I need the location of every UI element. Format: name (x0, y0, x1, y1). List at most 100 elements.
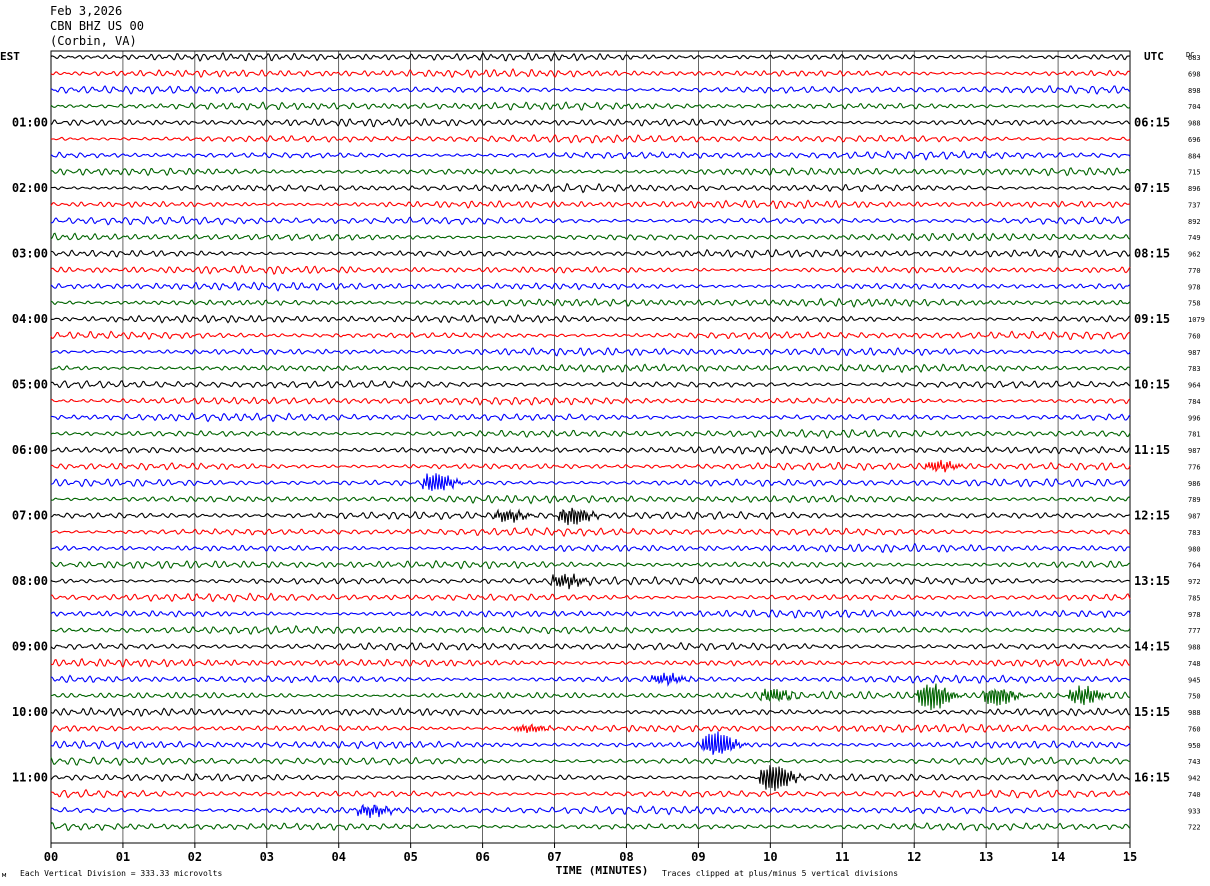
dc-offset-label: 683 (1188, 54, 1201, 62)
dc-offset-label: 785 (1188, 594, 1201, 602)
dc-offset-label: 896 (1188, 185, 1201, 193)
seismic-trace (50, 788, 1131, 799)
utc-hour-label: 10:15 (1134, 378, 1170, 392)
est-hour-label: 07:00 (12, 509, 48, 523)
est-hour-label: 08:00 (12, 574, 48, 588)
dc-offset-label: 978 (1188, 283, 1201, 291)
dc-offset-label: 696 (1188, 136, 1201, 144)
seismic-trace (50, 542, 1131, 554)
x-tick-label: 14 (1051, 850, 1065, 864)
seismic-trace (50, 85, 1131, 95)
seismic-trace (50, 347, 1131, 357)
utc-hour-label: 11:15 (1134, 443, 1170, 457)
seismic-trace (50, 379, 1131, 389)
seismic-trace (50, 297, 1131, 308)
dc-offset-label: 760 (1188, 332, 1201, 340)
seismic-trace (50, 117, 1131, 128)
seismogram-plot: 00 01 02 03 04 05 06 07 08 09 10 11 12 13 14 15 TIME (MI… (0, 50, 1205, 879)
x-tick-label: 12 (907, 850, 921, 864)
seismic-trace (50, 215, 1131, 226)
clip-note: Traces clipped at plus/minus 5 vertical … (662, 869, 898, 878)
est-hour-label: 01:00 (12, 116, 48, 130)
seismic-trace (50, 821, 1131, 832)
dc-offset-label: 764 (1188, 562, 1201, 570)
dc-offset-label: 698 (1188, 70, 1201, 78)
x-tick-label: 11 (835, 850, 849, 864)
dc-offset-label: 892 (1188, 218, 1201, 226)
seismic-trace (50, 756, 1131, 767)
dc-offset-label: 740 (1188, 791, 1201, 799)
seismic-trace (50, 641, 1131, 652)
dc-offset-label: 996 (1188, 414, 1201, 422)
dc-offset-label: 987 (1188, 447, 1201, 455)
dc-offset-label: 988 (1188, 120, 1201, 128)
seismic-trace (50, 459, 1131, 473)
x-tick-label: 02 (188, 850, 202, 864)
dc-offset-label: 987 (1188, 513, 1201, 521)
seismic-trace (50, 396, 1131, 406)
dc-offset-label: 987 (1188, 349, 1201, 357)
dc-offset-label: 898 (1188, 87, 1201, 95)
x-tick-label: 08 (619, 850, 633, 864)
dc-offset-label: 748 (1188, 660, 1201, 668)
corner-glyph: м (2, 871, 7, 879)
seismic-trace (50, 559, 1131, 570)
x-tick-label: 05 (403, 850, 417, 864)
seismic-trace (50, 765, 1131, 791)
x-tick-label: 09 (691, 850, 705, 864)
dc-offset-label: 988 (1188, 644, 1201, 652)
dc-offset-label: 783 (1188, 529, 1201, 537)
utc-hour-label: 14:15 (1134, 640, 1170, 654)
seismic-trace (50, 199, 1131, 210)
seismic-trace (50, 445, 1131, 455)
dc-offset-label: 784 (1188, 398, 1201, 406)
dc-offset-label: 776 (1188, 463, 1201, 471)
dc-offset-label: 978 (1188, 611, 1201, 619)
dc-offset-label: 942 (1188, 775, 1201, 783)
dc-offset-label: 980 (1188, 545, 1201, 553)
x-tick-label: 03 (260, 850, 274, 864)
seismic-trace (50, 363, 1131, 374)
dc-offset-label: 988 (1188, 709, 1201, 717)
utc-hour-label: 06:15 (1134, 116, 1170, 130)
x-tick-label: 06 (475, 850, 489, 864)
dc-offset-label: 722 (1188, 824, 1201, 832)
dc-offset-label: 789 (1188, 496, 1201, 504)
seismic-trace (50, 150, 1131, 161)
dc-offset-label: 950 (1188, 742, 1201, 750)
dc-offset-label: 972 (1188, 578, 1201, 586)
utc-hour-label: 07:15 (1134, 181, 1170, 195)
utc-hour-label: 08:15 (1134, 247, 1170, 261)
dc-offset-label: 750 (1188, 693, 1201, 701)
est-hour-label: 06:00 (12, 443, 48, 457)
dc-offset-label: 783 (1188, 365, 1201, 373)
dc-offset-label: 781 (1188, 431, 1201, 439)
seismic-trace (50, 609, 1131, 620)
dc-offset-label: 743 (1188, 758, 1201, 766)
dc-offset-label: 962 (1188, 251, 1201, 259)
est-hour-label: 04:00 (12, 312, 48, 326)
est-hour-label: 11:00 (12, 771, 48, 785)
seismic-trace (50, 526, 1131, 538)
seismic-trace (50, 330, 1131, 341)
dc-offset-label: 760 (1188, 725, 1201, 733)
dc-offset-label: 737 (1188, 201, 1201, 209)
utc-hour-label: 12:15 (1134, 509, 1170, 523)
seismic-trace (50, 803, 1131, 818)
seismic-trace (50, 573, 1131, 590)
dc-offset-label: 715 (1188, 169, 1201, 177)
x-axis-label: TIME (MINUTES) (556, 864, 649, 877)
seismic-trace (50, 494, 1131, 505)
seismic-trace (50, 167, 1131, 177)
seismic-trace (50, 67, 1131, 79)
dc-offset-label: 758 (1188, 300, 1201, 308)
seismic-trace (50, 428, 1131, 439)
est-hour-label: 10:00 (12, 705, 48, 719)
seismic-trace (50, 232, 1131, 242)
x-tick-label: 07 (547, 850, 561, 864)
seismic-trace (50, 51, 1131, 62)
seismic-trace (50, 657, 1131, 669)
x-tick-label: 13 (979, 850, 993, 864)
seismic-trace (50, 133, 1131, 144)
scale-note: Each Vertical Division = 333.33 microvol… (20, 869, 222, 878)
